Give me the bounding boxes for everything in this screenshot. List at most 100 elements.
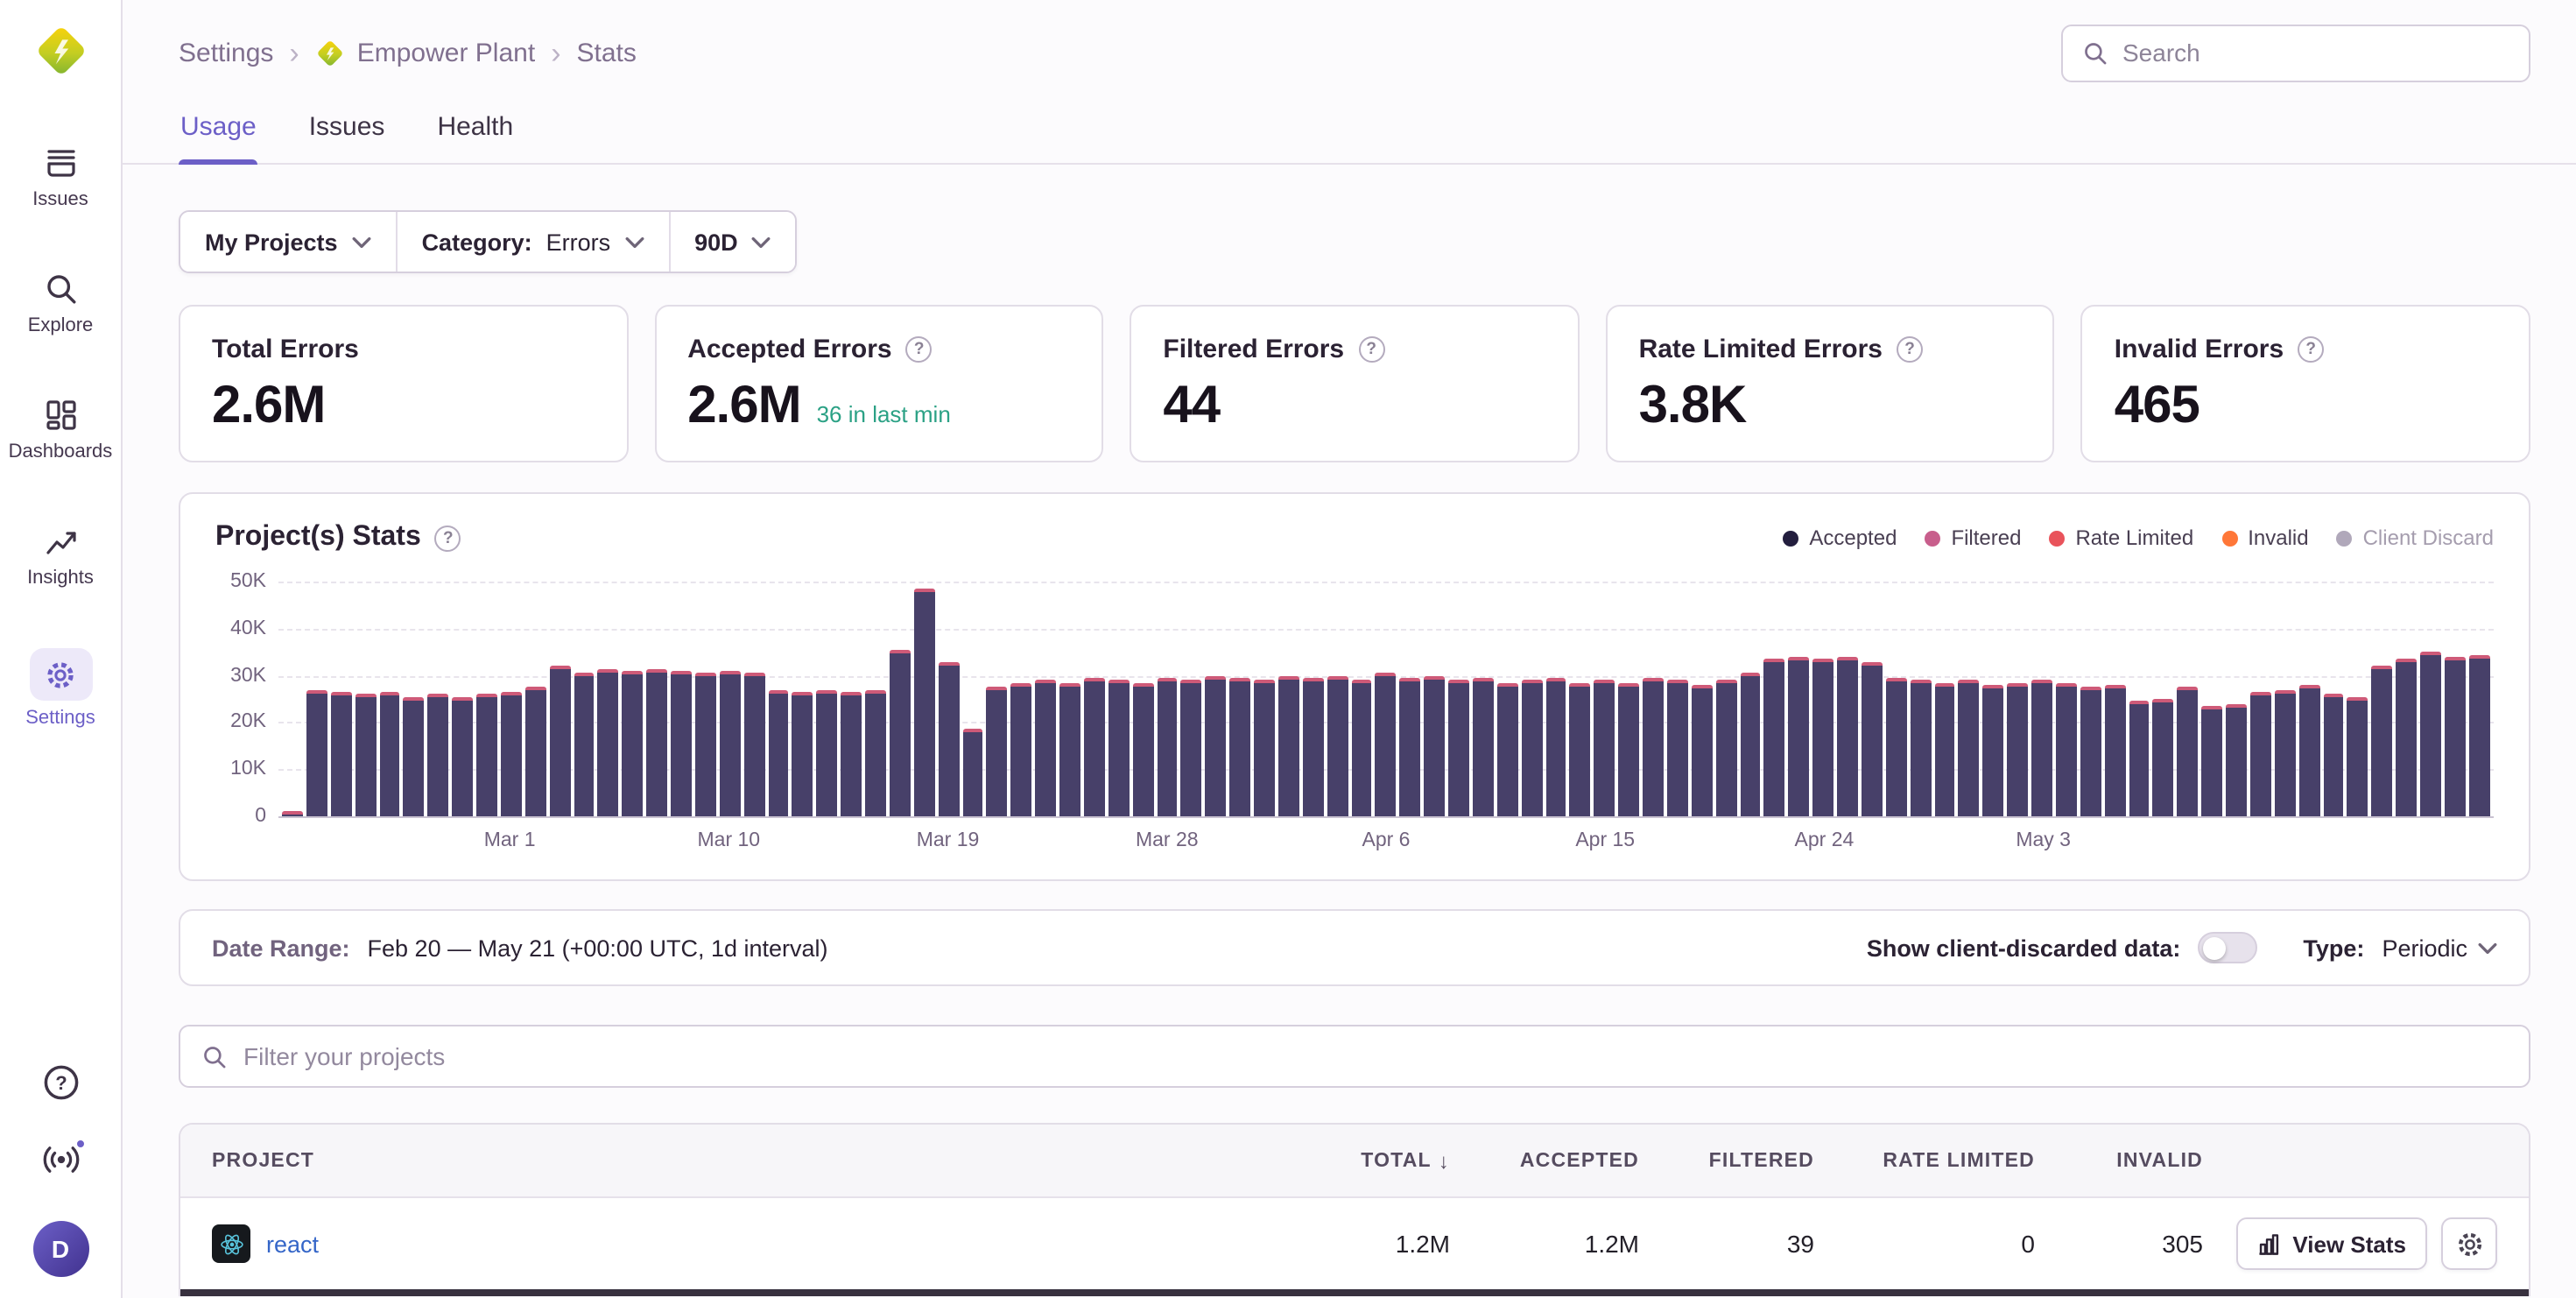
chart-x-axis: Mar 1Mar 10Mar 19Mar 28Apr 6Apr 15Apr 24… bbox=[278, 830, 2494, 858]
type-select[interactable]: Periodic bbox=[2382, 935, 2497, 961]
y-tick-label: 50K bbox=[230, 571, 266, 592]
page-content: My Projects Category: Errors 90D Total E… bbox=[123, 165, 2576, 1298]
table-row: react 1.2M 1.2M 39 0 305 bbox=[180, 1198, 2529, 1289]
gear-icon bbox=[29, 648, 92, 701]
org-logo[interactable] bbox=[31, 21, 90, 81]
chart-bar bbox=[379, 692, 400, 816]
column-header-total[interactable]: TOTAL↓ bbox=[1361, 1148, 1450, 1173]
sidebar-item-settings[interactable]: Settings bbox=[0, 648, 121, 729]
legend-item-invalid[interactable]: Invalid bbox=[2221, 526, 2308, 550]
cell-filtered: 39 bbox=[1639, 1230, 1814, 1258]
date-range-value: Feb 20 — May 21 (+00:00 UTC, 1d interval… bbox=[368, 935, 828, 961]
chart-bar bbox=[1521, 681, 1542, 816]
chart-bar bbox=[865, 689, 886, 816]
legend-dot bbox=[2049, 530, 2065, 546]
breadcrumb-organization[interactable]: Empower Plant bbox=[315, 38, 535, 67]
search-input[interactable] bbox=[2122, 39, 2509, 67]
search-icon bbox=[2082, 39, 2108, 66]
chart-bar bbox=[1157, 678, 1178, 816]
chart-bar bbox=[1837, 657, 1858, 816]
help-info-icon[interactable]: ? bbox=[2298, 336, 2324, 363]
chart-bar bbox=[1789, 657, 1810, 816]
project-link[interactable]: react bbox=[266, 1231, 319, 1257]
legend-item-rate-limited[interactable]: Rate Limited bbox=[2049, 526, 2193, 550]
project-settings-button[interactable] bbox=[2441, 1217, 2497, 1270]
chart-bar bbox=[574, 674, 595, 816]
x-tick-label: Mar 19 bbox=[917, 830, 980, 851]
project-cell: react bbox=[212, 1224, 1268, 1263]
chart-bar bbox=[1545, 678, 1566, 816]
category-filter-value: Errors bbox=[546, 229, 611, 255]
project-filter[interactable] bbox=[179, 1025, 2530, 1088]
chart-bar bbox=[549, 667, 570, 817]
column-header-accepted: ACCEPTED bbox=[1450, 1150, 1639, 1171]
chart-bar bbox=[2420, 652, 2441, 816]
chevron-down-icon bbox=[624, 236, 644, 248]
period-filter-button[interactable]: 90D bbox=[670, 212, 796, 272]
chart-bar bbox=[768, 689, 789, 816]
chart-bar bbox=[914, 589, 935, 816]
date-range-label: Date Range: bbox=[212, 935, 350, 961]
chart-bar bbox=[1715, 681, 1736, 816]
help-info-icon[interactable]: ? bbox=[906, 336, 933, 363]
view-stats-button[interactable]: View Stats bbox=[2236, 1217, 2427, 1270]
y-tick-label: 30K bbox=[230, 665, 266, 686]
stat-card-invalid-errors: Invalid Errors ? 465 bbox=[2081, 305, 2530, 462]
chart-bar bbox=[2275, 689, 2296, 816]
help-info-icon[interactable]: ? bbox=[1358, 336, 1384, 363]
toggle-knob bbox=[2203, 936, 2226, 959]
legend-item-accepted[interactable]: Accepted bbox=[1783, 526, 1897, 550]
user-avatar[interactable]: D bbox=[32, 1221, 88, 1277]
global-search[interactable] bbox=[2061, 24, 2530, 81]
chart-bar bbox=[476, 695, 497, 816]
tab-issues[interactable]: Issues bbox=[307, 98, 387, 163]
tab-health[interactable]: Health bbox=[435, 98, 515, 163]
chart-bar bbox=[404, 696, 425, 816]
chart-bar bbox=[1035, 681, 1056, 816]
projects-filter-button[interactable]: My Projects bbox=[180, 212, 398, 272]
sidebar-item-label: Explore bbox=[28, 315, 94, 336]
type-label: Type: bbox=[2303, 935, 2364, 961]
sidebar-item-dashboards[interactable]: Dashboards bbox=[0, 396, 121, 462]
help-info-icon[interactable]: ? bbox=[1897, 336, 1923, 363]
chevron-right-icon: › bbox=[551, 38, 560, 67]
tab-usage[interactable]: Usage bbox=[179, 98, 258, 163]
whats-new-button[interactable] bbox=[39, 1140, 81, 1182]
sidebar-bottom: ? D bbox=[32, 1063, 88, 1284]
chart-bar bbox=[331, 692, 352, 816]
chart-bar bbox=[938, 661, 959, 816]
chart-bar bbox=[817, 689, 838, 816]
viewport-cutoff-strip bbox=[180, 1289, 2529, 1296]
chart-bar bbox=[1351, 681, 1372, 816]
sidebar: Issues Explore Dashboards bbox=[0, 0, 123, 1298]
sidebar-item-explore[interactable]: Explore bbox=[0, 270, 121, 336]
stat-card-total-errors: Total Errors 2.6M bbox=[179, 305, 628, 462]
help-button[interactable]: ? bbox=[39, 1063, 81, 1105]
stat-card-value: 465 bbox=[2115, 377, 2199, 436]
breadcrumb-org-label: Empower Plant bbox=[357, 38, 535, 67]
help-info-icon[interactable]: ? bbox=[435, 525, 461, 551]
sidebar-item-insights[interactable]: Insights bbox=[0, 522, 121, 589]
project-filter-input[interactable] bbox=[243, 1042, 2508, 1070]
chart-bar bbox=[962, 730, 983, 816]
chart-bar bbox=[1059, 682, 1080, 816]
chart-bar bbox=[2226, 703, 2247, 816]
chart-y-axis: 50K40K30K20K10K0 bbox=[215, 582, 278, 816]
x-tick-label: Mar 10 bbox=[698, 830, 761, 851]
legend-item-client-discard[interactable]: Client Discard bbox=[2337, 526, 2494, 550]
type-value: Periodic bbox=[2382, 935, 2467, 961]
breadcrumb-settings[interactable]: Settings bbox=[179, 38, 273, 67]
chart-bar bbox=[1570, 682, 1591, 816]
client-discard-toggle[interactable] bbox=[2198, 932, 2257, 963]
breadcrumb-stats[interactable]: Stats bbox=[577, 38, 637, 67]
category-filter-button[interactable]: Category: Errors bbox=[398, 212, 671, 272]
chart-bar bbox=[2104, 685, 2125, 816]
stat-card-value: 3.8K bbox=[1639, 377, 1747, 436]
line-chart-icon bbox=[41, 522, 80, 561]
chart-bar bbox=[671, 671, 692, 816]
sidebar-item-label: Insights bbox=[27, 568, 94, 589]
column-header-project: PROJECT bbox=[212, 1150, 1268, 1171]
chart-bar bbox=[1424, 675, 1445, 816]
legend-item-filtered[interactable]: Filtered bbox=[1925, 526, 2021, 550]
sidebar-item-issues[interactable]: Issues bbox=[0, 144, 121, 210]
